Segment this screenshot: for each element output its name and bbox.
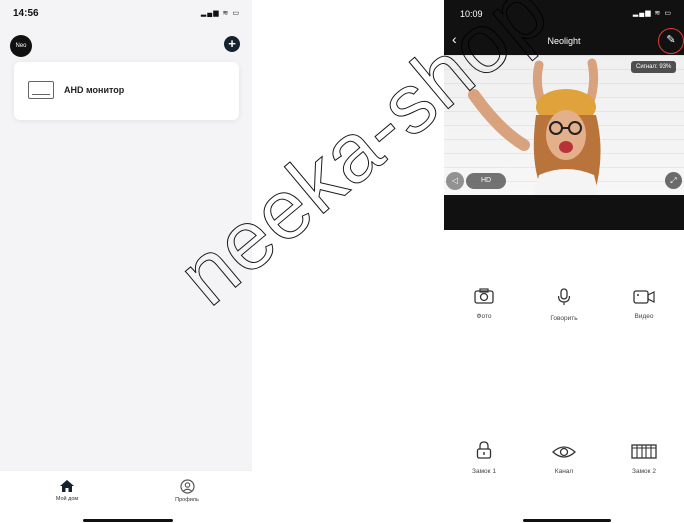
control-label: Замок 1: [472, 468, 496, 475]
status-time: 14:56: [13, 8, 39, 19]
home-screen: 14:56 ▂▄▆ ≋ ▭ Neo + AHD монитор Мой дом …: [0, 0, 252, 523]
add-device-button[interactable]: +: [224, 36, 240, 52]
mute-button[interactable]: ◁: [446, 172, 464, 190]
control-label: Видео: [634, 313, 654, 320]
nav-bar: 10:09 ▂▄▆ ≋ ▭ ‹ Neolight ✎: [444, 0, 684, 55]
profile-icon: [179, 479, 195, 494]
tab-bar: Мой дом Профиль: [0, 470, 252, 523]
home-indicator: [83, 519, 173, 522]
video-footer: [444, 195, 684, 230]
page-title: Neolight: [547, 36, 581, 46]
lock-icon: [476, 441, 492, 459]
lock-1-button[interactable]: Замок 1: [444, 441, 524, 475]
controls-row-top: Фото Говорить Видео: [444, 283, 684, 343]
controls-row-bottom: Замок 1 Канал Замок 2: [444, 436, 684, 496]
tab-profile[interactable]: Профиль: [157, 479, 217, 503]
monitor-icon: [28, 81, 54, 99]
talk-button[interactable]: Говорить: [524, 288, 604, 322]
status-icons: ▂▄▆ ≋ ▭: [200, 10, 240, 17]
status-time: 10:09: [460, 9, 483, 19]
status-icons: ▂▄▆ ≋ ▭: [632, 10, 672, 17]
tab-label: Профиль: [175, 497, 199, 503]
edit-button[interactable]: ✎: [658, 28, 684, 54]
eye-icon: [552, 446, 576, 458]
control-label: Фото: [476, 313, 492, 320]
channel-button[interactable]: Канал: [524, 445, 604, 475]
signal-strength: Сигнал: 93%: [631, 61, 677, 73]
home-indicator: [523, 519, 611, 522]
video-record-button[interactable]: Видео: [604, 290, 684, 320]
fullscreen-button[interactable]: ⤢: [665, 172, 682, 189]
control-label: Замок 2: [632, 468, 656, 475]
device-card[interactable]: AHD монитор: [14, 62, 239, 120]
gate-icon: [631, 444, 657, 459]
video-icon: [633, 290, 655, 304]
control-label: Говорить: [550, 315, 578, 322]
lock-2-button[interactable]: Замок 2: [604, 443, 684, 475]
account-badge[interactable]: Neo: [10, 35, 32, 57]
tab-label: Мой дом: [55, 496, 79, 502]
device-name: AHD монитор: [64, 85, 125, 95]
device-screen: 10:09 ▂▄▆ ≋ ▭ ‹ Neolight ✎ Сигнал: 93% ◁…: [444, 0, 684, 523]
camera-icon: [474, 288, 494, 304]
microphone-icon: [557, 288, 571, 305]
control-label: Канал: [554, 468, 574, 475]
video-feed[interactable]: Сигнал: 93% ◁ HD ⤢: [444, 55, 684, 195]
home-icon: [60, 480, 74, 492]
tab-my-home[interactable]: Мой дом: [37, 479, 97, 502]
quality-button[interactable]: HD: [466, 173, 506, 189]
photo-button[interactable]: Фото: [444, 288, 524, 320]
